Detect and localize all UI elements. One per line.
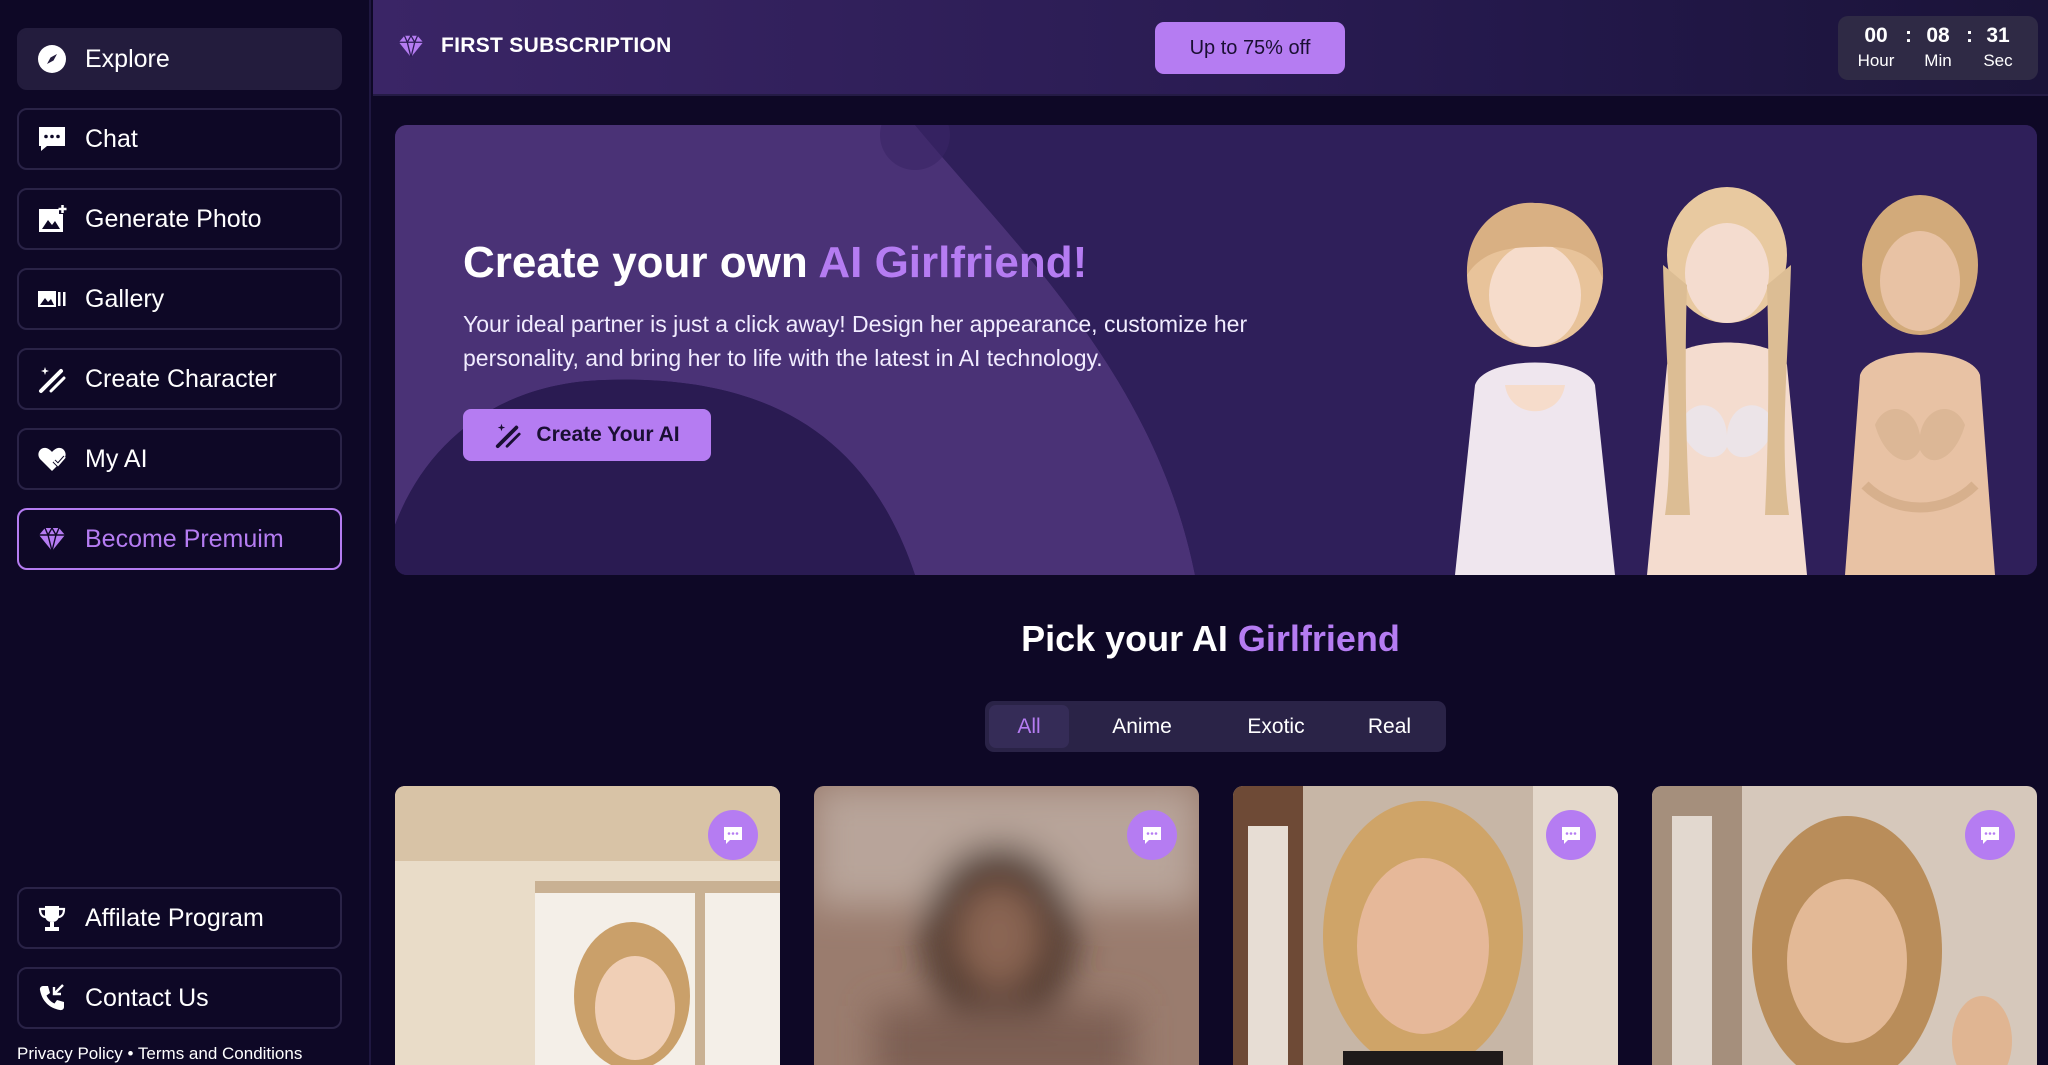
image-plus-icon — [37, 204, 67, 234]
sidebar-item-label: Create Character — [85, 364, 277, 393]
card-chat-button[interactable] — [1965, 810, 2015, 860]
sidebar-item-label: Chat — [85, 124, 138, 153]
character-card[interactable] — [1652, 786, 2037, 1065]
timer-seconds-value: 31 — [1986, 24, 2010, 47]
sidebar-item-gallery[interactable]: Gallery — [17, 268, 342, 330]
character-card[interactable] — [814, 786, 1199, 1065]
tab-exotic[interactable]: Exotic — [1215, 705, 1337, 748]
hero-characters-image — [1455, 187, 1995, 575]
sidebar-item-generate-photo[interactable]: Generate Photo — [17, 188, 342, 250]
sidebar-item-label: Affilate Program — [85, 903, 264, 932]
card-chat-button[interactable] — [1127, 810, 1177, 860]
sidebar-item-become-premium[interactable]: Become Premuim — [17, 508, 342, 570]
timer-hours: 00 Hour — [1846, 24, 1906, 71]
timer-minutes-label: Min — [1924, 51, 1952, 70]
tab-real[interactable]: Real — [1337, 705, 1442, 748]
magic-wand-icon — [37, 364, 67, 394]
tab-anime[interactable]: Anime — [1069, 705, 1215, 748]
chat-icon — [37, 124, 67, 154]
hero-title-prefix: Create your own — [463, 238, 808, 287]
magic-wand-icon — [496, 423, 522, 449]
sidebar-item-chat[interactable]: Chat — [17, 108, 342, 170]
compass-icon — [37, 44, 67, 74]
timer-seconds: 31 Sec — [1968, 24, 2028, 71]
timer-minutes: 08 Min — [1908, 24, 1968, 71]
sidebar-item-label: Generate Photo — [85, 204, 262, 233]
promo-label-text: FIRST SUBSCRIPTION — [441, 34, 672, 57]
promo-topbar: FIRST SUBSCRIPTION Up to 75% off 00 Hour… — [373, 0, 2048, 96]
character-card[interactable] — [395, 786, 780, 1065]
sidebar-item-label: My AI — [85, 444, 148, 473]
chat-icon — [1981, 827, 1999, 844]
sidebar-item-label: Become Premuim — [85, 524, 284, 553]
category-tabs: All Anime Exotic Real — [985, 701, 1446, 752]
diamond-icon — [37, 524, 67, 554]
promo-label: FIRST SUBSCRIPTION — [397, 32, 672, 60]
app-root: Explore Chat Generate Photo Gallery Crea… — [0, 0, 2048, 1065]
card-chat-button[interactable] — [1546, 810, 1596, 860]
timer-hours-label: Hour — [1857, 51, 1895, 70]
sidebar-item-label: Contact Us — [85, 983, 209, 1012]
create-your-ai-label: Create Your AI — [536, 423, 680, 446]
footer-separator: • — [127, 1044, 134, 1063]
sidebar-item-my-ai[interactable]: My AI — [17, 428, 342, 490]
sidebar-item-label: Gallery — [85, 284, 165, 313]
discount-button[interactable]: Up to 75% off — [1155, 22, 1345, 74]
privacy-policy-link[interactable]: Privacy Policy — [17, 1044, 123, 1063]
chat-icon — [724, 827, 742, 844]
diamond-icon — [398, 34, 424, 58]
timer-minutes-value: 08 — [1926, 24, 1950, 47]
character-card[interactable] — [1233, 786, 1618, 1065]
timer-seconds-label: Sec — [1983, 51, 2013, 70]
sidebar: Explore Chat Generate Photo Gallery Crea… — [0, 0, 371, 1065]
timer-hours-value: 00 — [1864, 24, 1888, 47]
sidebar-footer-links: Privacy Policy • Terms and Conditions — [17, 1044, 302, 1064]
section-title-prefix: Pick your AI — [1021, 618, 1228, 659]
gallery-icon — [37, 284, 67, 314]
sidebar-item-contact-us[interactable]: Contact Us — [17, 967, 342, 1029]
chat-icon — [1562, 827, 1580, 844]
countdown-timer: 00 Hour : 08 Min : 31 Sec — [1838, 16, 2038, 80]
create-your-ai-button[interactable]: Create Your AI — [463, 409, 711, 461]
terms-link[interactable]: Terms and Conditions — [138, 1044, 302, 1063]
sidebar-item-explore[interactable]: Explore — [17, 28, 342, 90]
trophy-icon — [37, 903, 67, 933]
hero-title-accent: AI Girlfriend! — [818, 238, 1088, 287]
tab-all[interactable]: All — [989, 705, 1069, 748]
chat-icon — [1143, 827, 1161, 844]
hero-banner: Create your own AI Girlfriend! Your idea… — [395, 125, 2037, 575]
sidebar-item-affiliate[interactable]: Affilate Program — [17, 887, 342, 949]
card-chat-button[interactable] — [708, 810, 758, 860]
sidebar-item-create-character[interactable]: Create Character — [17, 348, 342, 410]
phone-icon — [37, 983, 67, 1013]
heart-check-icon — [37, 444, 67, 474]
hero-description: Your ideal partner is just a click away!… — [463, 311, 1248, 371]
hero-title: Create your own AI Girlfriend! — [463, 238, 1087, 288]
section-title: Pick your AI Girlfriend — [373, 618, 2048, 660]
section-title-accent: Girlfriend — [1237, 618, 1400, 659]
sidebar-item-label: Explore — [85, 44, 170, 73]
